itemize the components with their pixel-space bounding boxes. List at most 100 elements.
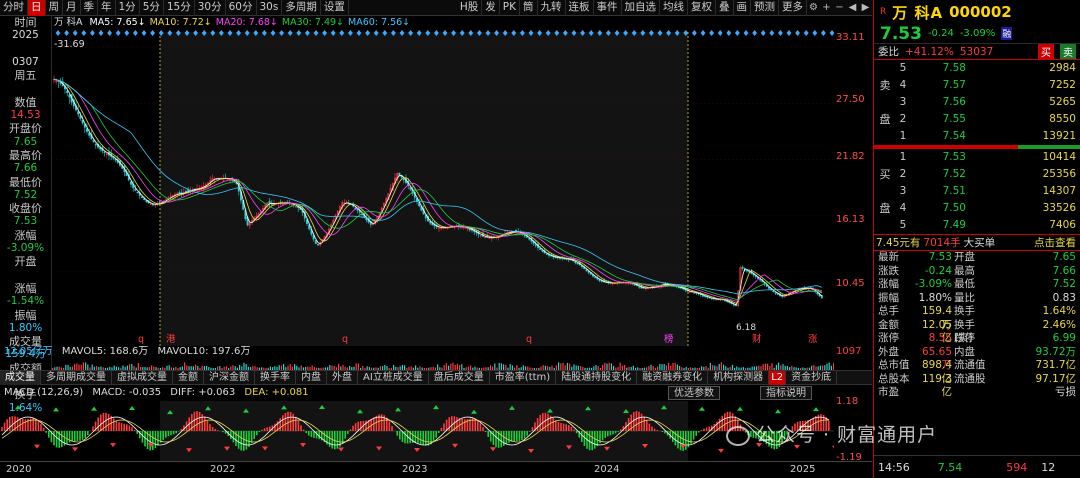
period-tab[interactable]: 年 <box>98 0 116 16</box>
order-book-row[interactable]: 5 7.49 7406 <box>874 217 1080 234</box>
candle <box>154 204 157 208</box>
toolbar-button[interactable]: 加自选 <box>622 0 660 16</box>
toolbar-button[interactable]: 筒 <box>520 0 538 16</box>
toolbar-button[interactable]: H股 <box>457 0 483 16</box>
signal-marker <box>709 30 714 36</box>
order-book-row[interactable]: 买 2 7.52 25356 <box>874 166 1080 183</box>
candle <box>136 191 139 194</box>
period-tab[interactable]: 日 <box>28 0 46 16</box>
stat-value: 0.83 <box>1052 291 1076 304</box>
indicator-tab[interactable]: 成交量 <box>0 370 41 385</box>
order-book-row[interactable]: 盘 2 7.55 8550 <box>874 111 1080 128</box>
settings-icon[interactable]: ⚙ <box>807 0 820 15</box>
order-book-row[interactable]: 3 7.51 14307 <box>874 183 1080 200</box>
toolbar-button[interactable]: 连板 <box>566 0 594 16</box>
sell-signal-arrow <box>110 443 116 448</box>
indicator-tab[interactable]: 沪深金额 <box>204 370 255 385</box>
plus-icon[interactable]: + <box>820 0 833 15</box>
quote-stat-row: 振幅 1.80% 量比 0.83 <box>874 292 1080 306</box>
candle <box>781 293 784 299</box>
quote-stat-row: 最新 7.53 开盘 7.65 <box>874 251 1080 265</box>
period-tab[interactable]: 季 <box>81 0 98 16</box>
buy-signal-arrow <box>737 406 743 411</box>
order-book-row[interactable]: 1 7.54 13921 <box>874 128 1080 145</box>
indicator-tab[interactable]: 多周期成交量 <box>41 370 112 385</box>
order-book-row[interactable]: 1 7.53 10414 <box>874 149 1080 166</box>
period-tab[interactable]: 30分 <box>195 0 226 16</box>
kline-chart[interactable]: 万 科A MA5: 7.65↓ MA10: 7.72↓ MA20: 7.68↓ MA3… <box>52 16 872 346</box>
stat-value: 7.53 <box>928 251 952 263</box>
toolbar-button[interactable]: 预测 <box>751 0 779 16</box>
indicator-tab[interactable]: 盘后成交量 <box>429 370 490 385</box>
signal-marker <box>829 30 835 36</box>
indicator-tab[interactable]: 换手率 <box>255 370 296 385</box>
event-mark: 榜 <box>664 333 674 345</box>
stat-value: -3.09% <box>914 278 952 290</box>
volume-bars[interactable] <box>52 358 834 370</box>
view-details-link[interactable]: 点击查看 <box>1034 235 1080 250</box>
order-book-row[interactable]: 3 7.56 5265 <box>874 94 1080 111</box>
indicator-tab[interactable]: 金额 <box>173 370 204 385</box>
level-volume: 2984 <box>1049 62 1076 74</box>
candle <box>68 94 71 104</box>
toolbar-button[interactable]: PK <box>500 0 520 16</box>
period-tab[interactable]: 分时 <box>0 0 28 16</box>
level-price: 7.53 <box>942 151 966 163</box>
order-book-row[interactable]: 盘 4 7.50 33526 <box>874 200 1080 217</box>
indicator-help-button[interactable]: 指标说明 <box>760 386 812 400</box>
toolbar-button[interactable]: 更多 <box>779 0 807 16</box>
indicator-tab[interactable]: 资金抄底 <box>786 370 838 385</box>
indicator-tab[interactable]: 外盘 <box>327 370 358 385</box>
toolbar-button[interactable]: 叠 <box>716 0 734 16</box>
toolbar-button[interactable]: 均线 <box>660 0 688 16</box>
period-tab[interactable]: 月 <box>63 0 81 16</box>
indicator-tab[interactable]: 虚拟成交量 <box>112 370 173 385</box>
indicator-tab[interactable]: 陆股通持股变化 <box>556 370 638 385</box>
order-book-row[interactable]: 5 7.58 2984 <box>874 60 1080 77</box>
stat-value: 1.80% <box>918 291 952 304</box>
signal-marker <box>115 30 121 36</box>
toolbar-button[interactable]: 发 <box>482 0 500 16</box>
order-book-row[interactable]: 卖 4 7.57 7252 <box>874 77 1080 94</box>
indicator-tab[interactable]: 市盈率(ttm) <box>490 370 557 385</box>
volume-bar <box>498 362 500 370</box>
macd-chart[interactable] <box>0 401 834 461</box>
stat-value: 6.99 <box>1052 332 1076 344</box>
back-icon[interactable]: ◀ <box>846 0 859 15</box>
preferred-params-button[interactable]: 优选参数 <box>668 386 720 400</box>
signal-marker <box>141 30 147 36</box>
event-mark: q <box>342 334 348 345</box>
period-tab[interactable]: 30s <box>257 0 283 16</box>
ticker-price: 7.45元有 <box>876 237 921 249</box>
buy-side-label: 买 <box>879 168 891 181</box>
indicator-tab[interactable]: 融资融券变化 <box>637 370 709 385</box>
sell-button[interactable]: 卖 <box>1060 44 1076 59</box>
signal-marker <box>107 30 112 36</box>
level-volume: 7252 <box>1049 79 1076 91</box>
period-tab[interactable]: 15分 <box>164 0 195 16</box>
level-volume: 25356 <box>1042 168 1076 180</box>
period-tab[interactable]: 设置 <box>321 0 349 16</box>
toolbar-button[interactable]: 画 <box>734 0 751 16</box>
indicator-tab[interactable]: 机构探测器 <box>708 370 770 385</box>
macd-axis-top: 1.18 <box>836 396 859 407</box>
sell-side-label <box>874 128 896 145</box>
period-tab[interactable]: 1分 <box>116 0 140 16</box>
period-tab[interactable]: 多周期 <box>282 0 321 16</box>
minus-icon[interactable]: − <box>833 0 846 15</box>
candle <box>741 265 744 271</box>
period-tab[interactable]: 60分 <box>226 0 257 16</box>
toolbar-button[interactable]: 事件 <box>594 0 622 16</box>
indicator-tab[interactable]: AI立桩成交量 <box>358 370 429 385</box>
period-tab[interactable]: 周 <box>46 0 63 16</box>
buy-button[interactable]: 买 <box>1038 44 1054 59</box>
signal-marker <box>795 30 800 36</box>
toolbar-button[interactable]: 九转 <box>538 0 566 16</box>
sell-signal-arrow <box>34 444 40 449</box>
period-tab[interactable]: 5分 <box>140 0 164 16</box>
signal-marker <box>778 30 783 36</box>
toolbar-button[interactable]: 复权 <box>688 0 716 16</box>
forward-icon[interactable]: ▶ <box>859 0 872 15</box>
buy-signal-arrow <box>53 407 59 412</box>
indicator-tab[interactable]: 内盘 <box>296 370 327 385</box>
